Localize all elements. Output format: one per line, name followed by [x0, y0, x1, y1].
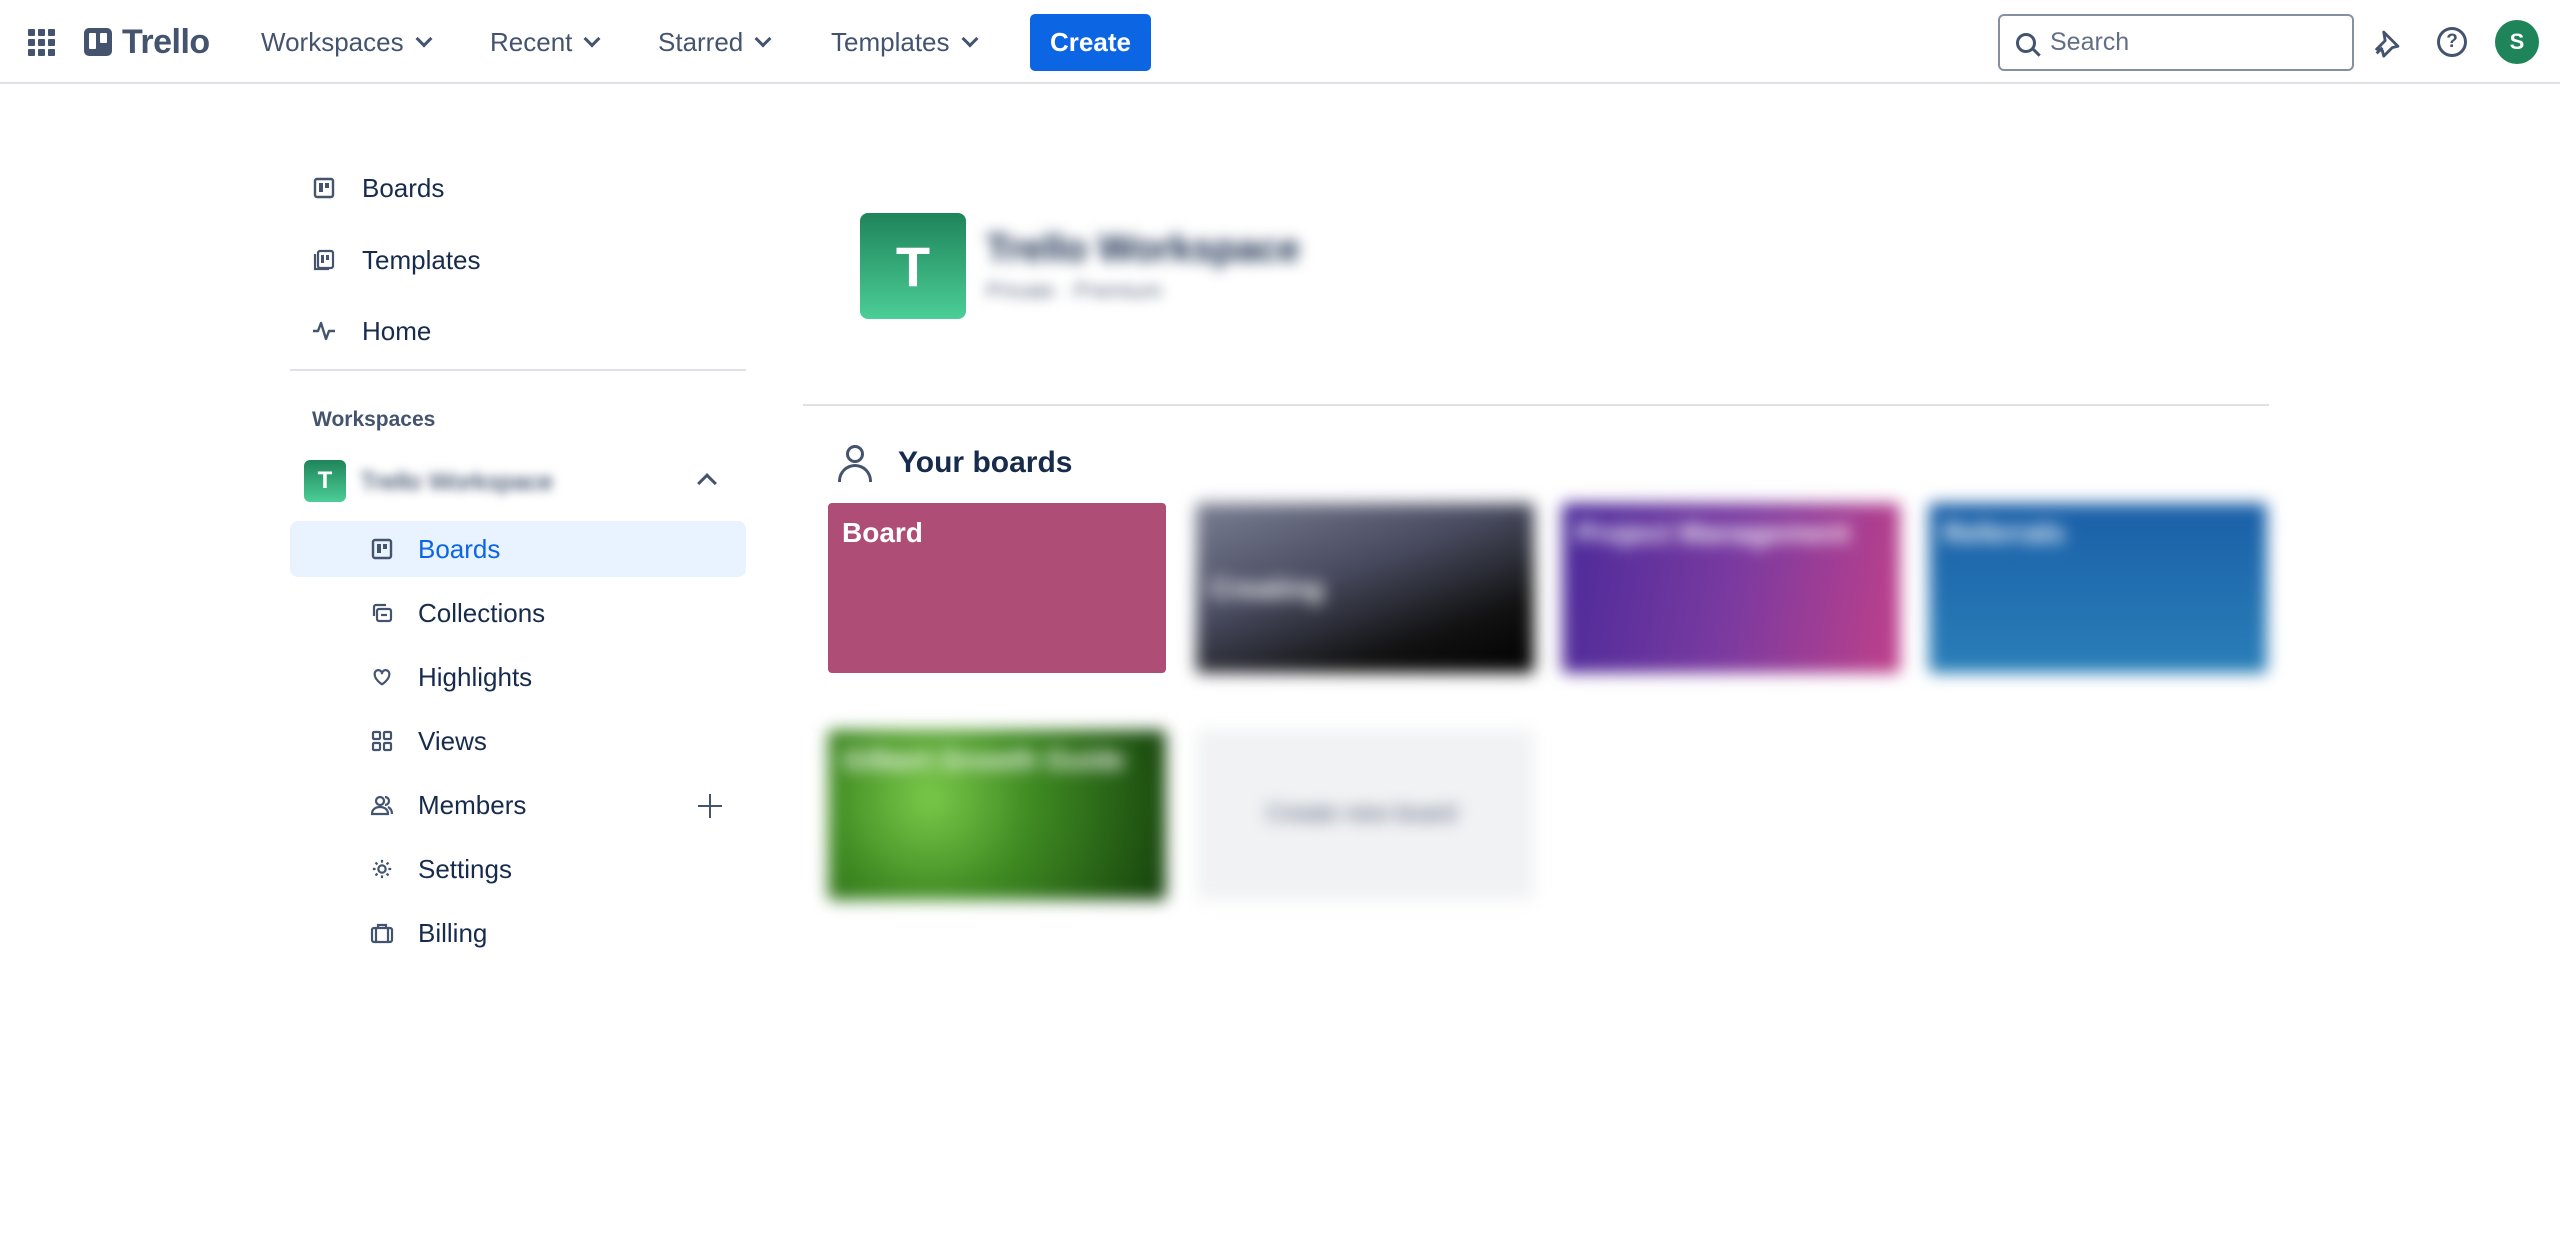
collections-icon	[370, 601, 394, 625]
board-title: Gilbert Growth Guide	[842, 744, 1126, 775]
sidebar-item-label: Highlights	[418, 662, 533, 692]
sidebar-item-boards[interactable]: Boards	[312, 168, 742, 208]
board-title: Creating	[1210, 573, 1324, 604]
grid-icon	[370, 729, 394, 753]
sidebar-subitem-highlights[interactable]: Highlights	[370, 657, 740, 697]
nav-starred-dropdown[interactable]: Starred	[658, 20, 772, 64]
nav-label: Recent	[490, 26, 573, 57]
board-tile[interactable]: Referrals	[1929, 503, 2267, 673]
your-boards-heading: Your boards	[898, 446, 1073, 479]
board-title: Project Management	[1576, 517, 1850, 548]
logo-text: Trello	[122, 22, 210, 61]
members-icon	[370, 793, 394, 817]
sidebar-subitem-billing[interactable]: Billing	[370, 913, 740, 953]
chevron-down-icon	[754, 30, 772, 48]
gear-icon	[370, 857, 394, 881]
nav-recent-dropdown[interactable]: Recent	[490, 20, 601, 64]
sidebar-item-label: Boards	[362, 173, 445, 203]
sidebar-item-label: Boards	[418, 534, 501, 564]
sidebar-item-templates[interactable]: Templates	[312, 240, 742, 280]
nav-label: Templates	[831, 26, 950, 57]
sidebar-item-label: Billing	[418, 918, 488, 948]
user-avatar[interactable]: S	[2495, 20, 2539, 64]
sidebar-item-label: Collections	[418, 598, 546, 628]
sidebar-subitem-collections[interactable]: Collections	[370, 593, 740, 633]
briefcase-icon	[370, 921, 394, 945]
app-switcher-icon[interactable]	[26, 26, 58, 58]
workspace-title: Trello Workspace	[986, 228, 1300, 270]
nav-label: Workspaces	[261, 26, 404, 57]
heart-icon	[370, 665, 394, 689]
workspace-avatar: T	[304, 460, 346, 502]
workspaces-heading: Workspaces	[312, 408, 436, 431]
workspace-name: Trello Workspace	[360, 468, 554, 496]
sidebar-item-label: Templates	[362, 245, 481, 275]
chevron-down-icon	[961, 30, 978, 48]
sidebar-item-label: Settings	[418, 854, 512, 884]
chevron-up-icon[interactable]	[697, 473, 717, 493]
add-member-icon[interactable]	[698, 794, 722, 818]
workspace-meta: Private · Premium	[986, 278, 1163, 303]
board-tile[interactable]: Gilbert Growth Guide	[828, 730, 1166, 900]
sidebar-divider	[290, 369, 746, 371]
board-tile[interactable]: Creating	[1196, 503, 1534, 673]
board-tile[interactable]: Board	[828, 503, 1166, 673]
person-icon	[838, 445, 874, 483]
template-icon	[312, 248, 336, 272]
search-icon	[2016, 32, 2036, 53]
help-icon[interactable]: ?	[2434, 24, 2470, 60]
board-title: Referrals	[1943, 517, 2065, 548]
trello-logo[interactable]: Trello	[84, 22, 210, 62]
sidebar-subitem-boards[interactable]: Boards	[370, 529, 740, 569]
search-input[interactable]	[2050, 28, 2330, 57]
sidebar-subitem-views[interactable]: Views	[370, 721, 740, 761]
chevron-down-icon	[415, 30, 433, 48]
sidebar-item-label: Home	[362, 316, 432, 346]
workspace-toggle[interactable]: T Trello Workspace	[290, 456, 746, 508]
board-icon	[370, 537, 394, 561]
main-divider	[803, 404, 2269, 406]
sidebar-item-label: Members	[418, 790, 527, 820]
top-navigation-bar: Trello Workspaces Recent Starred Templat…	[0, 0, 2560, 84]
nav-templates-dropdown[interactable]: Templates	[831, 20, 978, 64]
activity-icon	[312, 319, 336, 343]
board-tile[interactable]: Project Management	[1562, 503, 1900, 673]
board-icon	[312, 176, 336, 200]
create-button[interactable]: Create	[1030, 14, 1151, 71]
create-board-label: Create new board	[1266, 800, 1457, 827]
board-title: Board	[842, 517, 923, 548]
search-box[interactable]	[1998, 14, 2354, 71]
chevron-down-icon	[583, 30, 601, 48]
notifications-icon[interactable]	[2370, 24, 2406, 60]
sidebar-item-home[interactable]: Home	[312, 311, 742, 351]
trello-logo-icon	[84, 28, 112, 56]
nav-workspaces-dropdown[interactable]: Workspaces	[261, 20, 433, 64]
sidebar-item-label: Views	[418, 726, 487, 756]
sidebar-subitem-settings[interactable]: Settings	[370, 849, 740, 889]
sidebar-subitem-members[interactable]: Members	[370, 785, 690, 825]
nav-label: Starred	[658, 26, 744, 57]
create-new-board-tile[interactable]: Create new board	[1196, 730, 1534, 900]
workspace-logo: T	[860, 213, 966, 319]
